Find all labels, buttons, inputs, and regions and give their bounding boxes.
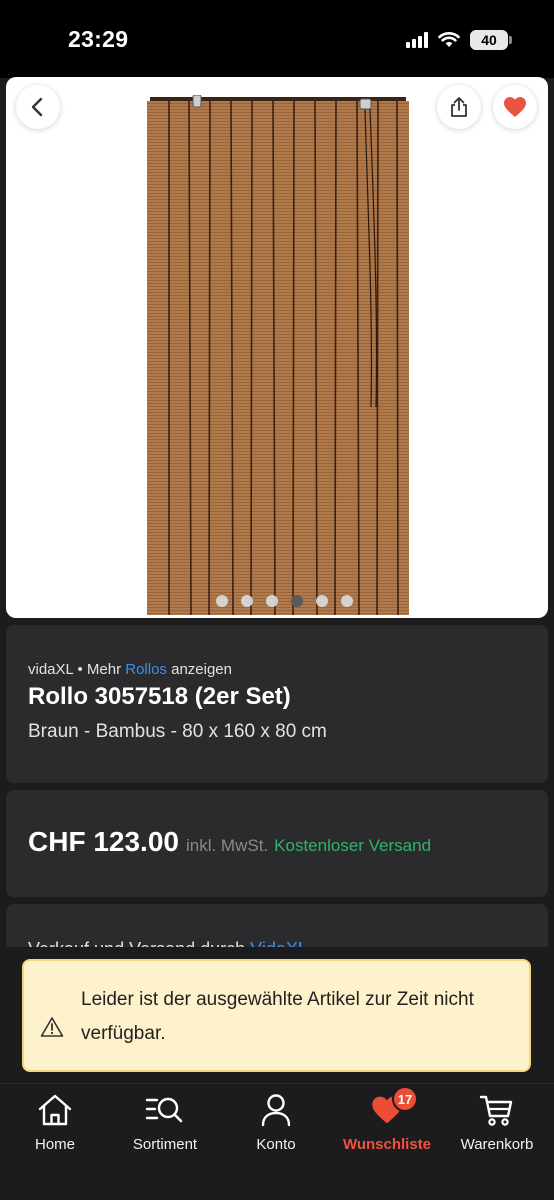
product-title: Rollo 3057518 (2er Set) xyxy=(28,683,291,710)
more-suffix: anzeigen xyxy=(166,661,232,678)
status-icons: 40 xyxy=(406,30,512,50)
image-dot[interactable] xyxy=(340,595,353,607)
bamboo-blind-image xyxy=(147,95,409,615)
image-dot[interactable] xyxy=(265,595,278,607)
nav-sortiment-label: Sortiment xyxy=(132,1136,198,1153)
nav-wunschliste-label: Wunschliste xyxy=(342,1136,432,1153)
battery-indicator: 40 xyxy=(470,30,512,50)
image-dot[interactable] xyxy=(215,595,228,607)
vat-note: inkl. MwSt. xyxy=(185,836,269,855)
user-icon xyxy=(261,1094,291,1127)
image-dot[interactable] xyxy=(240,595,253,607)
wifi-icon xyxy=(438,32,460,47)
nav-warenkorb-label: Warenkorb xyxy=(460,1136,534,1153)
price-row: CHF 123.00 inkl. MwSt. Kostenloser Versa… xyxy=(28,826,431,858)
heart-icon xyxy=(504,97,526,117)
price-card: CHF 123.00 inkl. MwSt. Kostenloser Versa… xyxy=(6,790,548,897)
product-info-card: vidaXL • Mehr Rollos anzeigen Rollo 3057… xyxy=(6,625,548,783)
shipping-note: Kostenloser Versand xyxy=(274,836,432,855)
cellular-signal-icon xyxy=(406,32,428,48)
price: CHF 123.00 xyxy=(28,826,179,857)
unavailable-alert: Leider ist der ausgewählte Artikel zur Z… xyxy=(22,959,531,1072)
battery-level: 40 xyxy=(481,32,497,48)
cart-icon xyxy=(479,1095,513,1126)
nav-home-label: Home xyxy=(34,1136,75,1153)
back-button[interactable] xyxy=(16,85,60,129)
nav-wunschliste[interactable]: 17 Wunschliste xyxy=(332,1086,442,1153)
category-link[interactable]: Rollos xyxy=(125,661,167,678)
search-list-icon xyxy=(145,1097,183,1123)
home-icon xyxy=(38,1094,72,1126)
image-dot[interactable] xyxy=(315,595,328,607)
more-prefix: • Mehr xyxy=(73,661,126,678)
alert-area: Leider ist der ausgewählte Artikel zur Z… xyxy=(0,947,554,1083)
share-button[interactable] xyxy=(437,85,481,129)
image-pagination-dots[interactable] xyxy=(6,595,548,607)
nav-home[interactable]: Home xyxy=(0,1090,110,1153)
product-page: 23:29 40 vidaXL • Mehr Rollos anzeigen R… xyxy=(0,0,554,1200)
wishlist-count-badge: 17 xyxy=(392,1086,418,1112)
chevron-left-icon xyxy=(31,97,43,117)
share-icon xyxy=(451,97,467,117)
brand-line: vidaXL • Mehr Rollos anzeigen xyxy=(28,661,232,678)
product-variant: Braun - Bambus - 80 x 160 x 80 cm xyxy=(28,721,327,742)
nav-konto-label: Konto xyxy=(256,1136,296,1153)
favorite-button[interactable] xyxy=(493,85,537,129)
product-image-gallery[interactable] xyxy=(6,77,548,618)
nav-warenkorb[interactable]: Warenkorb xyxy=(442,1090,552,1153)
warning-icon xyxy=(40,1017,64,1037)
image-dot-active[interactable] xyxy=(290,595,303,607)
nav-konto[interactable]: Konto xyxy=(221,1090,331,1153)
status-bar: 23:29 40 xyxy=(0,0,554,78)
alert-message: Leider ist der ausgewählte Artikel zur Z… xyxy=(81,989,474,1044)
brand-name[interactable]: vidaXL xyxy=(28,661,73,678)
nav-sortiment[interactable]: Sortiment xyxy=(110,1090,220,1153)
bottom-navigation: Home Sortiment Konto 17 Wunschliste Ware… xyxy=(0,1083,554,1200)
status-time: 23:29 xyxy=(68,26,129,52)
